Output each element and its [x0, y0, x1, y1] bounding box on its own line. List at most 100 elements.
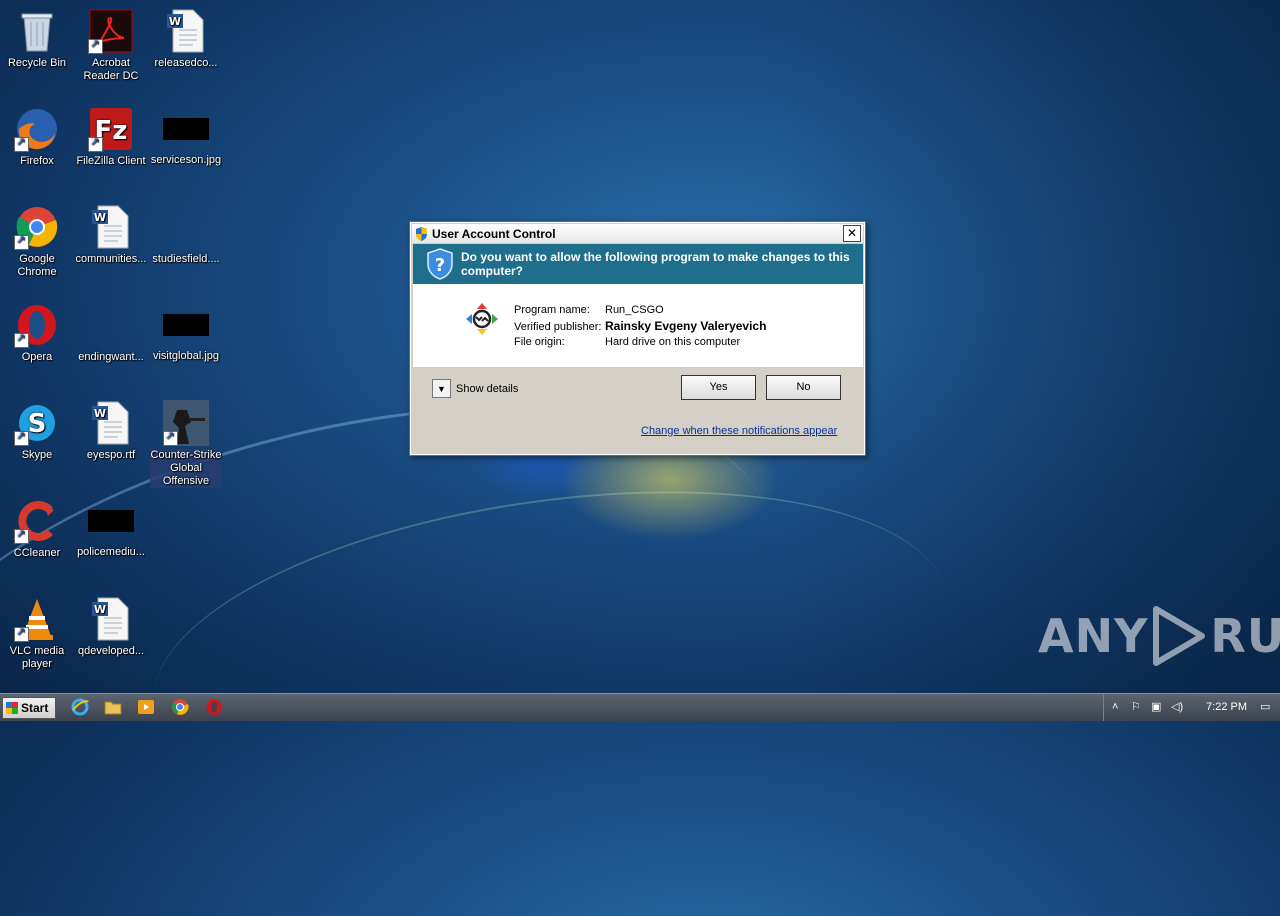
desktop-icon-serviceson[interactable]: serviceson.jpg [149, 106, 223, 167]
desktop-icon-label: FileZilla Client [76, 155, 146, 167]
desktop-icon-label: Opera [21, 351, 53, 363]
svg-text:W: W [94, 603, 106, 616]
desktop-icon-label: VLC media player [9, 645, 65, 670]
system-tray: ˄ ⚐ ▣ ◁) 7:22 PM ▭ [1103, 694, 1280, 721]
chrome-icon [14, 204, 60, 250]
recycle-bin-icon [14, 8, 60, 54]
desktop-icon-label: CCleaner [13, 547, 61, 559]
anyrun-watermark: ANY RUN [1038, 605, 1280, 667]
action-center-flag-icon[interactable]: ⚐ [1131, 701, 1143, 713]
desktop-icon-skype[interactable]: S Skype [0, 400, 74, 462]
csgo-icon [163, 400, 209, 446]
desktop-icon-label: Counter-Strike Global Offensive [149, 449, 223, 488]
chrome-taskbar-icon[interactable] [171, 698, 189, 716]
opera-taskbar-icon[interactable] [205, 698, 223, 716]
desktop-icon-opera[interactable]: Opera [0, 302, 74, 364]
watermark-text-right: RUN [1210, 609, 1280, 663]
show-details-toggle[interactable]: ▼ Show details [432, 379, 518, 398]
volume-icon[interactable]: ◁) [1171, 701, 1183, 713]
acrobat-icon [88, 8, 134, 54]
desktop-icon-label: studiesfield.... [152, 253, 220, 265]
image-thumbnail-icon [163, 314, 209, 336]
desktop-icon-filezilla[interactable]: Fz FileZilla Client [74, 106, 148, 168]
desktop-icon-releasedco[interactable]: W releasedco... [149, 8, 223, 70]
svg-text:W: W [94, 407, 106, 420]
image-thumbnail-icon [88, 302, 134, 348]
no-button[interactable]: No [766, 375, 841, 400]
filezilla-icon: Fz [88, 106, 134, 152]
svg-text:S: S [28, 409, 47, 439]
vlc-icon [14, 596, 60, 642]
desktop-icon-policemediu[interactable]: policemediu... [74, 498, 148, 559]
desktop-icon-vlc[interactable]: VLC media player [0, 596, 74, 671]
desktop-icon-label: Recycle Bin [7, 57, 67, 69]
clock[interactable]: 7:22 PM [1206, 701, 1247, 713]
desktop-icon-label: communities... [75, 253, 147, 265]
word-doc-icon: W [88, 204, 134, 250]
desktop-icon-label: eyespo.rtf [86, 449, 136, 461]
desktop-icon-studiesfield[interactable]: studiesfield.... [149, 204, 223, 266]
desktop-icon-label: Skype [21, 449, 53, 461]
desktop-icon-label: serviceson.jpg [150, 154, 222, 166]
svg-text:W: W [169, 15, 181, 28]
publisher-label: Verified publisher: [514, 321, 602, 333]
uac-dialog: User Account Control ✕ ? Do you want to … [409, 221, 866, 456]
windows-logo-icon [6, 702, 18, 714]
origin-label: File origin: [514, 336, 565, 348]
network-icon[interactable]: ▣ [1151, 701, 1163, 713]
change-notifications-link[interactable]: Change when these notifications appear [641, 425, 837, 437]
question-shield-icon: ? [427, 248, 453, 280]
desktop-icon-chrome[interactable]: Google Chrome [0, 204, 74, 279]
program-name-label: Program name: [514, 304, 590, 316]
desktop-icon-recycle-bin[interactable]: Recycle Bin [0, 8, 74, 70]
origin-value: Hard drive on this computer [605, 336, 741, 348]
dialog-title: User Account Control [432, 226, 556, 241]
desktop-icon-communities[interactable]: W communities... [74, 204, 148, 266]
show-details-label: Show details [456, 382, 519, 395]
play-logo-icon [1153, 606, 1206, 666]
yes-button[interactable]: Yes [681, 375, 756, 400]
publisher-row: Verified publisher: Rainsky Evgeny Valery… [514, 319, 766, 333]
svg-text:?: ? [435, 255, 445, 276]
show-desktop-icon[interactable]: ▭ [1260, 701, 1274, 713]
desktop-icon-ccleaner[interactable]: CCleaner [0, 498, 74, 560]
ccleaner-icon [14, 498, 60, 544]
image-thumbnail-icon [163, 204, 209, 250]
origin-row: File origin: Hard drive on this computer [514, 336, 740, 348]
desktop-icon-firefox[interactable]: Firefox [0, 106, 74, 168]
desktop-icon-label: qdeveloped... [77, 645, 145, 657]
media-player-icon[interactable] [137, 698, 155, 716]
dialog-question: Do you want to allow the following progr… [461, 250, 850, 278]
desktop-icon-qdeveloped[interactable]: W qdeveloped... [74, 596, 148, 658]
desktop-icon-visitglobal[interactable]: visitglobal.jpg [149, 302, 223, 363]
opera-icon [14, 302, 60, 348]
show-hidden-icons-icon[interactable]: ˄ [1112, 701, 1124, 713]
publisher-value: Rainsky Evgeny Valeryevich [605, 319, 767, 333]
word-doc-icon: W [88, 400, 134, 446]
start-label: Start [21, 701, 49, 715]
desktop-icon-acrobat[interactable]: Acrobat Reader DC [74, 8, 148, 83]
word-doc-icon: W [163, 8, 209, 54]
desktop-icon-label: releasedco... [154, 57, 218, 69]
chevron-down-icon[interactable]: ▼ [432, 379, 451, 398]
desktop-icon-eyespo[interactable]: W eyespo.rtf [74, 400, 148, 462]
dialog-titlebar[interactable]: User Account Control ✕ [412, 224, 863, 243]
watermark-text-left: ANY [1038, 609, 1149, 663]
desktop-icon-csgo[interactable]: Counter-Strike Global Offensive [149, 400, 223, 488]
desktop-icon-endingwant[interactable]: endingwant... [74, 302, 148, 364]
internet-explorer-icon[interactable] [71, 698, 89, 716]
folder-icon[interactable] [104, 698, 122, 716]
close-button[interactable]: ✕ [843, 225, 861, 242]
desktop-icon-label: Firefox [20, 155, 54, 167]
image-thumbnail-icon [163, 118, 209, 140]
skype-icon: S [14, 400, 60, 446]
desktop-icon-label: Google Chrome [17, 253, 57, 278]
desktop-icon-label: endingwant... [78, 351, 144, 363]
svg-text:W: W [94, 211, 106, 224]
desktop-icon-label: Acrobat Reader DC [83, 57, 139, 82]
image-thumbnail-icon [88, 510, 134, 532]
program-name-value: Run_CSGO [605, 304, 664, 316]
start-button[interactable]: Start [2, 697, 56, 719]
taskbar: Start ˄ ⚐ ▣ ◁) 7:22 PM ▭ [0, 693, 1280, 721]
word-doc-icon: W [88, 596, 134, 642]
